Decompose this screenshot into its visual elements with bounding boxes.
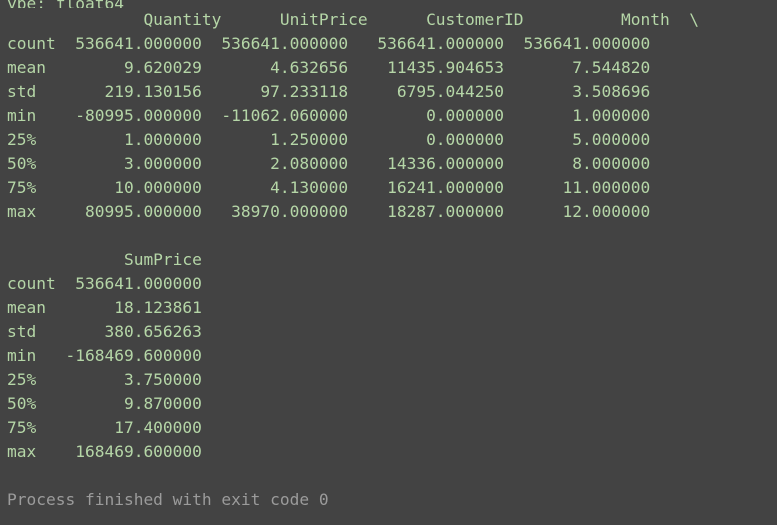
console-line-table1-count: count 536641.000000 536641.000000 536641… — [7, 34, 651, 53]
console-line-table2-p25: 25% 3.750000 — [7, 370, 202, 389]
console-line-table2-max: max 168469.600000 — [7, 442, 202, 461]
console-line-table1-p50: 50% 3.000000 2.080000 14336.000000 8.000… — [7, 154, 651, 173]
console-line-table2-header: SumPrice — [7, 250, 202, 269]
console-line-blank-2 — [0, 464, 777, 488]
console-line-table2-count: count 536641.000000 — [7, 274, 202, 293]
console-line-table1-header: Quantity UnitPrice CustomerID Month \ — [7, 10, 699, 29]
console-line-table2-std: std 380.656263 — [7, 322, 202, 341]
console-line-table2-min: min -168469.600000 — [7, 346, 202, 365]
console-line-table1-std: std 219.130156 97.233118 6795.044250 3.5… — [7, 82, 651, 101]
console-line-table1-min: min -80995.000000 -11062.060000 0.000000… — [7, 106, 651, 125]
console-line-blank-1 — [0, 224, 777, 248]
console-line-table1-max: max 80995.000000 38970.000000 18287.0000… — [7, 202, 651, 221]
console-output-panel[interactable]: ype: float64 Quantity UnitPrice Customer… — [0, 0, 777, 525]
console-line-table2-p75: 75% 17.400000 — [7, 418, 202, 437]
console-line-table2-p50: 50% 9.870000 — [7, 394, 202, 413]
console-line-table1-mean: mean 9.620029 4.632656 11435.904653 7.54… — [7, 58, 651, 77]
console-line-table1-p75: 75% 10.000000 4.130000 16241.000000 11.0… — [7, 178, 651, 197]
console-line-clipped-top: ype: float64 — [0, 0, 777, 8]
console-line-table1-p25: 25% 1.000000 1.250000 0.000000 5.000000 — [7, 130, 651, 149]
console-exit-message: Process finished with exit code 0 — [7, 490, 329, 509]
console-line-table2-mean: mean 18.123861 — [7, 298, 202, 317]
